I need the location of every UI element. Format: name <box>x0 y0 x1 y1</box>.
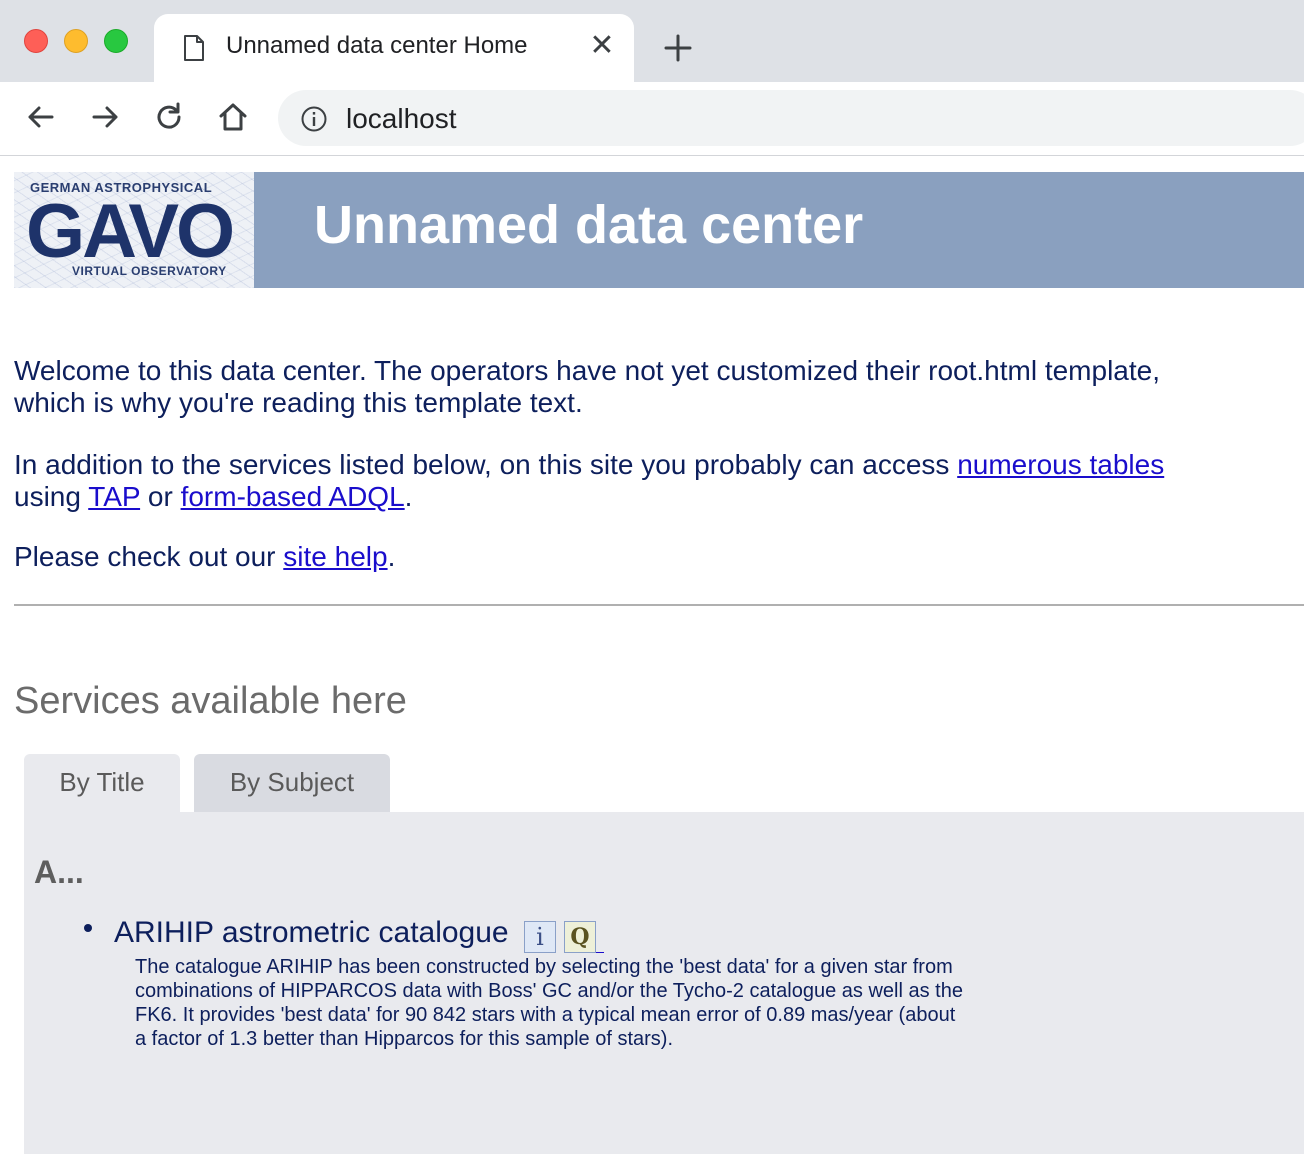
page-content: GERMAN ASTROPHYSICAL GAVO VIRTUAL OBSERV… <box>0 157 1304 1154</box>
service-description: The catalogue ARIHIP has been constructe… <box>135 956 963 1050</box>
tap-link[interactable]: TAP <box>88 481 140 512</box>
minimize-window-button[interactable] <box>64 29 88 53</box>
form-based-adql-link[interactable]: form-based ADQL <box>181 481 405 512</box>
site-title: Unnamed data center <box>314 195 864 255</box>
forward-arrow-icon[interactable] <box>88 100 122 134</box>
services-heading: Services available here <box>14 680 407 722</box>
site-header: GERMAN ASTROPHYSICAL GAVO VIRTUAL OBSERV… <box>14 172 1304 288</box>
reload-icon[interactable] <box>152 100 186 134</box>
intro-text: using <box>14 481 89 512</box>
service-query-icon[interactable]: Q <box>564 921 596 953</box>
page-icon <box>184 35 204 61</box>
site-info-icon[interactable] <box>300 105 328 133</box>
intro-text: or <box>140 481 181 512</box>
services-intro-paragraph: In addition to the services listed below… <box>14 449 1194 513</box>
intro-text: Please check out our <box>14 541 284 572</box>
services-panel: A... ARIHIP astrometric catalogue i Q Th… <box>24 812 1304 1154</box>
tab-title: Unnamed data center Home <box>226 32 528 59</box>
intro-text: In addition to the services listed below… <box>14 449 958 480</box>
letter-group-heading: A... <box>34 854 84 890</box>
service-title: ARIHIP astrometric catalogue <box>114 916 509 949</box>
help-paragraph: Please check out our site help. <box>14 541 1194 573</box>
zoom-window-button[interactable] <box>104 29 128 53</box>
address-bar[interactable]: localhost <box>278 90 1304 146</box>
new-tab-icon[interactable] <box>660 30 696 66</box>
intro-text: . <box>404 481 413 512</box>
browser-tabstrip: Unnamed data center Home ✕ <box>0 0 1304 82</box>
close-tab-icon[interactable]: ✕ <box>588 31 616 61</box>
url-text: localhost <box>346 103 457 134</box>
logo-bottom-text: VIRTUAL OBSERVATORY <box>72 264 227 278</box>
service-info-icon[interactable]: i <box>524 921 556 953</box>
browser-toolbar: localhost <box>0 82 1304 156</box>
browser-tab[interactable]: Unnamed data center Home ✕ <box>154 14 634 82</box>
tab-by-title[interactable]: By Title <box>24 754 180 812</box>
numerous-tables-link[interactable]: numerous tables <box>957 449 1164 480</box>
welcome-paragraph: Welcome to this data center. The operato… <box>14 355 1160 418</box>
tab-by-subject[interactable]: By Subject <box>194 754 390 812</box>
home-icon[interactable] <box>216 100 250 134</box>
close-window-button[interactable] <box>24 29 48 53</box>
list-bullet <box>84 924 92 932</box>
intro-text: . <box>387 541 396 572</box>
gavo-logo[interactable]: GERMAN ASTROPHYSICAL GAVO VIRTUAL OBSERV… <box>14 172 254 288</box>
back-arrow-icon[interactable] <box>24 100 58 134</box>
divider <box>14 604 1304 606</box>
logo-main-text: GAVO <box>26 189 235 274</box>
link-underline <box>596 952 604 953</box>
site-help-link[interactable]: site help <box>283 541 387 572</box>
